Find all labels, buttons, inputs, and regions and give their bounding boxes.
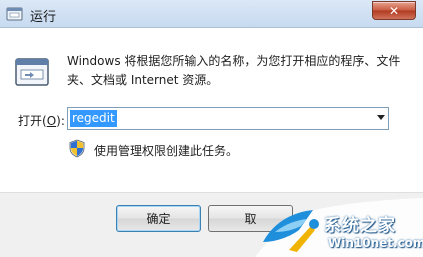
admin-note: 使用管理权限创建此任务。 <box>94 144 239 158</box>
open-label: 打开(O): <box>18 114 65 128</box>
command-combobox[interactable]: regedit <box>67 107 389 130</box>
run-icon <box>15 58 49 86</box>
title-bar[interactable]: 运行 ✕ <box>0 0 423 28</box>
run-icon <box>6 7 23 21</box>
close-icon: ✕ <box>388 3 400 18</box>
chevron-down-icon[interactable] <box>377 115 385 120</box>
command-input[interactable]: regedit <box>70 110 117 127</box>
uac-shield-icon <box>69 139 85 158</box>
watermark-url: Win10net.com <box>328 236 423 250</box>
window-title: 运行 <box>30 10 57 25</box>
ok-button[interactable]: 确定 <box>116 205 201 232</box>
close-button[interactable]: ✕ <box>372 1 416 20</box>
dialog-description: Windows 将根据您所输入的名称，为您打开相应的程序、文件夹、文档或 Int… <box>67 54 401 87</box>
watermark-title: 系统之家 <box>324 216 396 236</box>
